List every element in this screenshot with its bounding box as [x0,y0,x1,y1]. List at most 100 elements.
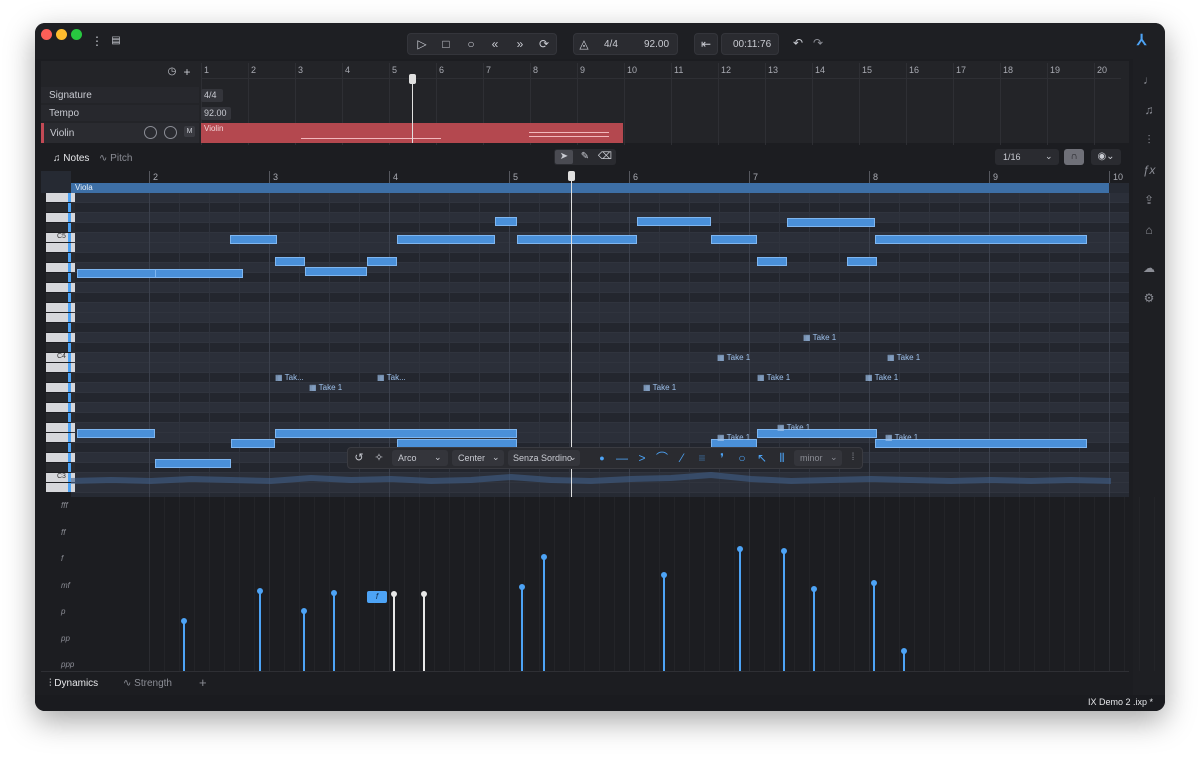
note-block[interactable] [711,235,757,244]
pointer-tool-icon[interactable]: ➤ [555,150,573,164]
note-block[interactable] [495,217,517,226]
tab-pitch[interactable]: ∿ Pitch [99,153,132,164]
note-block[interactable] [155,459,231,468]
note-block[interactable] [77,429,155,438]
quantize-select[interactable]: 1/16 ⌄ [995,149,1059,165]
take-label[interactable]: Take 1 [757,373,791,382]
track-signature[interactable]: Signature [41,87,199,103]
take-label[interactable]: Take 1 [777,423,811,432]
note-block[interactable] [847,257,877,266]
tremolo-icon[interactable]: ≡ [694,448,710,468]
stop-icon[interactable]: □ [436,34,456,54]
bow-icon[interactable]: ↖ [754,448,770,468]
dynamic-stem[interactable] [813,589,815,671]
pencil-tool-icon[interactable]: ✎ [576,150,594,164]
staccato-icon[interactable]: ● [594,448,610,468]
dynamic-stem[interactable] [423,594,425,671]
minimize-window-button[interactable] [56,29,67,40]
tenuto-icon[interactable]: — [614,448,630,468]
dynamic-stem[interactable] [183,621,185,671]
dynamic-handle[interactable] [901,648,907,654]
dynamic-stem[interactable] [543,557,545,671]
dynamic-handle[interactable] [421,591,427,597]
eraser-tool-icon[interactable]: ⌫ [596,150,614,164]
add-track-icon[interactable]: + [181,65,193,79]
dynamic-stem[interactable] [333,593,335,671]
return-to-start-button[interactable]: ⇤ [694,33,718,55]
fast-forward-icon[interactable]: » [510,34,530,54]
arrange-ruler[interactable]: 1 2 3 4 5 6 7 8 9 10 11 12 13 14 15 16 17 18 19 20 [201,63,1121,145]
note-block[interactable] [875,235,1087,244]
dynamic-handle[interactable] [257,588,263,594]
metronome-icon[interactable]: ◬ [576,34,592,54]
track-violin[interactable]: Violin M [41,123,199,143]
dynamic-handle[interactable] [391,591,397,597]
track-tempo[interactable]: Tempo [41,105,199,121]
dynamic-stem[interactable] [303,611,305,671]
close-window-button[interactable] [41,29,52,40]
signature-value-chip[interactable]: 4/4 [201,89,223,102]
dynamic-handle[interactable] [331,590,337,596]
take-label[interactable]: Take 1 [643,383,677,392]
chord-icon[interactable]: ⫴ [774,448,790,468]
record-icon[interactable]: ○ [461,34,481,54]
tempo-display[interactable]: ◬ 4/4 92.00 [573,33,678,55]
harmonic-icon[interactable]: ○ [734,448,750,468]
dynamic-stem[interactable] [873,583,875,671]
dynamic-handle[interactable] [541,554,547,560]
take-label[interactable]: Take 1 [803,333,837,342]
fx-icon[interactable]: ƒx [1138,163,1160,177]
note-block[interactable] [305,267,367,276]
arrange-playhead[interactable] [412,75,413,143]
dynamic-stem[interactable] [521,587,523,671]
arrange-playhead-handle[interactable] [409,74,416,84]
redo-icon[interactable]: ↷ [811,33,825,53]
dynamic-stem[interactable] [259,591,261,671]
instrument-icon[interactable]: ♩ [1138,73,1160,87]
dynamic-handle[interactable] [519,584,525,590]
note-block[interactable] [275,257,305,266]
mixer-icon[interactable]: ⫶ [1138,133,1160,148]
music-note-icon[interactable]: ♫ [1138,103,1160,117]
tab-strength[interactable]: ∿ Strength [123,678,172,689]
note-block[interactable] [517,235,637,244]
note-block[interactable] [757,429,877,438]
note-block[interactable] [230,235,277,244]
note-block[interactable] [367,257,397,266]
tempo-value-chip[interactable]: 92.00 [201,107,231,120]
position-select[interactable]: Center ⌄ [452,450,504,466]
note-block[interactable] [397,235,495,244]
mute-button[interactable]: M [184,126,195,137]
take-label[interactable]: Take 1 [717,433,751,442]
note-block[interactable] [77,269,162,278]
dynamic-handle[interactable] [781,548,787,554]
take-label[interactable]: Take 1 [865,373,899,382]
reset-icon[interactable]: ↺ [350,448,368,468]
dynamic-stem[interactable] [739,549,741,671]
take-label[interactable]: Take 1 [887,353,921,362]
rewind-icon[interactable]: « [485,34,505,54]
scale-select[interactable]: minor ⌄ [794,450,842,466]
snap-magnet-icon[interactable]: ∩ [1064,149,1084,165]
note-block[interactable] [231,439,275,448]
position-display[interactable]: 00:11:76 [721,33,779,55]
dynamic-handle[interactable] [737,546,743,552]
note-block[interactable] [155,269,243,278]
editor-playhead-handle[interactable] [568,171,575,181]
articulation-select[interactable]: Arco ⌄ [392,450,448,466]
more-menu-icon[interactable]: ⋮ [91,31,103,51]
breath-icon[interactable]: ❜ [714,448,730,468]
take-label[interactable]: Tak... [275,373,304,382]
dynamic-stem[interactable] [393,594,395,671]
take-label[interactable]: Take 1 [309,383,343,392]
dynamic-stem[interactable] [663,575,665,671]
note-block[interactable] [757,257,787,266]
loop-icon[interactable]: ⟳ [534,34,554,54]
note-block[interactable] [275,429,517,438]
dynamic-stem[interactable] [783,551,785,671]
tab-notes[interactable]: ♫ Notes [53,153,89,164]
cloud-icon[interactable]: ☁ [1138,261,1160,275]
dynamic-badge[interactable]: f [367,591,387,603]
dynamic-handle[interactable] [181,618,187,624]
take-label[interactable]: Tak... [377,373,406,382]
